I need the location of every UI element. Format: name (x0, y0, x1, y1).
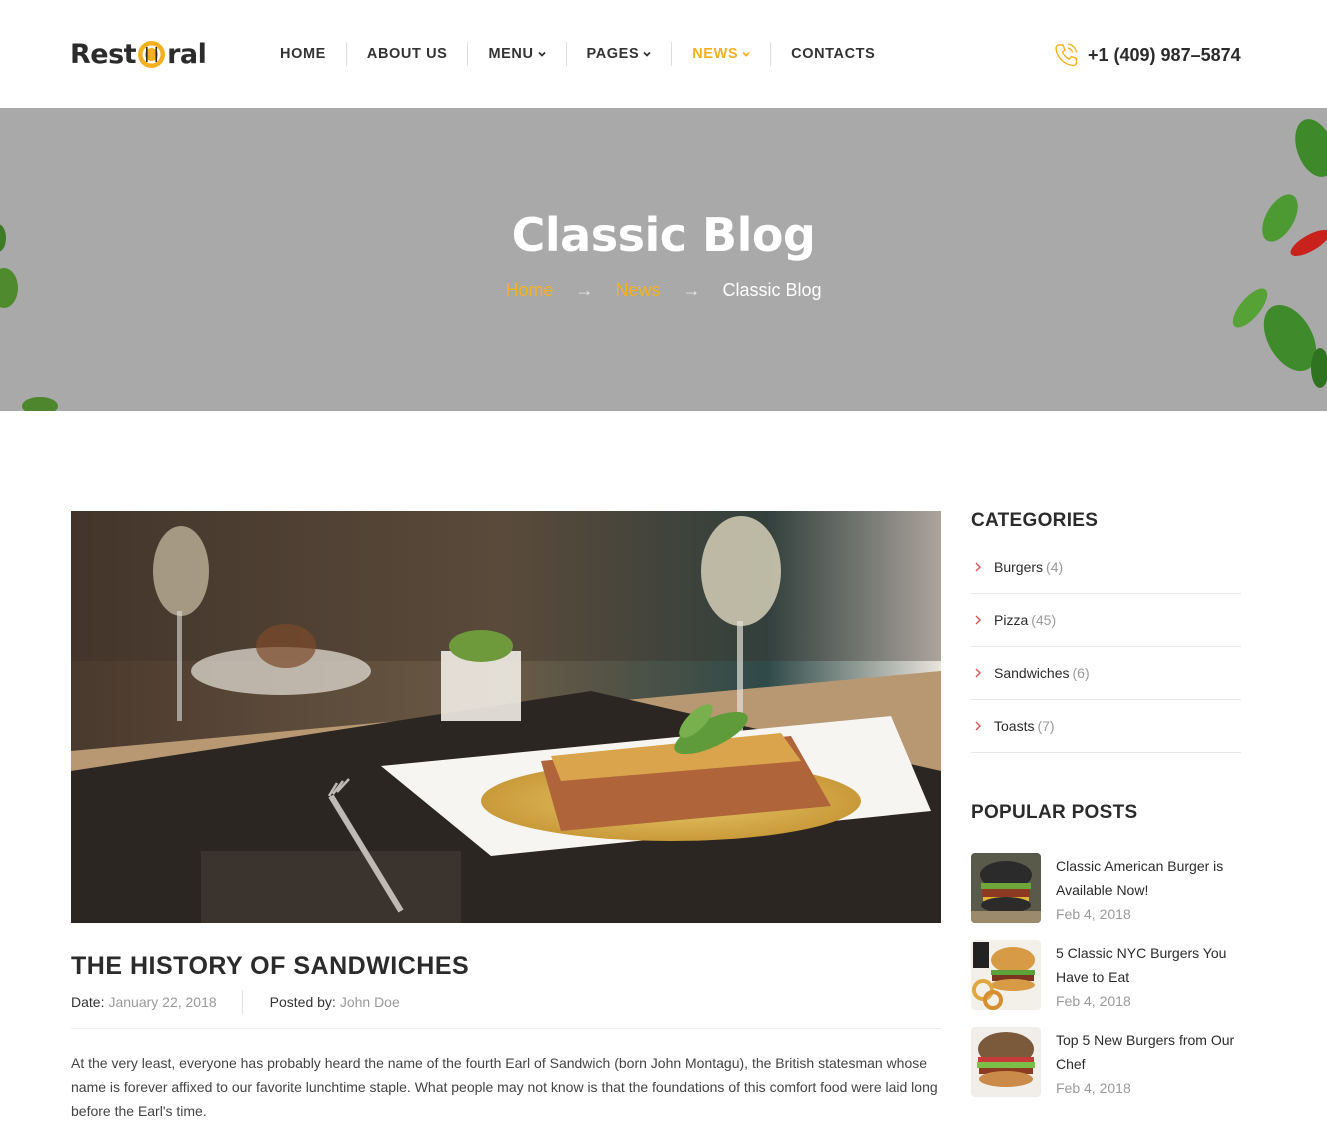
category-item-toasts[interactable]: Toasts (7) (971, 700, 1241, 753)
breadcrumb-arrow-icon: → (575, 280, 594, 300)
breadcrumb-arrow-icon: → (682, 280, 701, 300)
category-count: (45) (1031, 612, 1057, 628)
nav-label: CONTACTS (791, 46, 876, 62)
breadcrumb: Home → News → Classic Blog (0, 280, 1327, 301)
nav-item-home[interactable]: HOME (260, 42, 346, 66)
popular-post-title[interactable]: Classic American Burger is Available Now… (1056, 854, 1241, 902)
post-author[interactable]: John Doe (340, 994, 400, 1010)
popular-post-date: Feb 4, 2018 (1056, 1080, 1131, 1096)
logo-plate-icon (138, 40, 166, 68)
author-label: Posted by: (269, 994, 336, 1010)
post-featured-image[interactable] (71, 511, 941, 923)
category-count: (7) (1037, 718, 1055, 734)
post-divider (71, 1028, 941, 1029)
nav-item-menu[interactable]: MENU (467, 42, 565, 66)
breadcrumb-current: Classic Blog (722, 280, 822, 300)
popular-post-item[interactable]: Top 5 New Burgers from Our Chef Feb 4, 2… (971, 1027, 1241, 1114)
popular-post-thumbnail[interactable] (971, 1027, 1041, 1097)
categories-heading: CATEGORIES (971, 510, 1099, 531)
categories-list: Burgers (4) Pizza (45) Sandwiches (6) To… (971, 541, 1241, 753)
page-title: Classic Blog (511, 208, 816, 262)
category-count: (6) (1072, 665, 1090, 681)
popular-posts-heading: POPULAR POSTS (971, 802, 1138, 823)
nav-item-pages[interactable]: PAGES (565, 42, 672, 66)
popular-post-item[interactable]: 5 Classic NYC Burgers You Have to Eat Fe… (971, 940, 1241, 1027)
post-date: January 22, 2018 (108, 994, 217, 1010)
logo-text-left: Rest (70, 38, 137, 70)
category-name: Burgers (994, 559, 1044, 575)
popular-post-date: Feb 4, 2018 (1056, 993, 1131, 1009)
page-hero: Classic Blog Home → News → Classic Blog (0, 108, 1327, 411)
category-item-pizza[interactable]: Pizza (45) (971, 594, 1241, 647)
nav-label: MENU (488, 46, 534, 62)
phone-icon (1055, 43, 1078, 67)
popular-post-title[interactable]: Top 5 New Burgers from Our Chef (1056, 1028, 1241, 1076)
post-meta: Date: January 22, 2018 Posted by: John D… (71, 990, 400, 1014)
nav-item-about-us[interactable]: ABOUT US (345, 42, 468, 66)
post-title[interactable]: THE HISTORY OF SANDWICHES (71, 952, 469, 981)
popular-post-date: Feb 4, 2018 (1056, 906, 1131, 922)
popular-post-title[interactable]: 5 Classic NYC Burgers You Have to Eat (1056, 941, 1241, 989)
category-name: Sandwiches (994, 665, 1070, 681)
nav-label: ABOUT US (366, 46, 448, 62)
post-excerpt: At the very least, everyone has probably… (71, 1055, 938, 1119)
category-item-sandwiches[interactable]: Sandwiches (6) (971, 647, 1241, 700)
category-name: Pizza (994, 612, 1029, 628)
chevron-right-icon (975, 562, 981, 572)
popular-posts-list: Classic American Burger is Available Now… (971, 853, 1241, 1114)
date-label: Date: (71, 994, 105, 1010)
popular-post-item[interactable]: Classic American Burger is Available Now… (971, 853, 1241, 940)
category-item-burgers[interactable]: Burgers (4) (971, 541, 1241, 594)
chevron-right-icon (975, 721, 981, 731)
chevron-right-icon (975, 615, 981, 625)
main-nav: HOME ABOUT US MENU PAGES NEWS CONTACTS (260, 42, 895, 66)
nav-item-contacts[interactable]: CONTACTS (770, 42, 895, 66)
header-phone[interactable]: +1 (409) 987–5874 (1052, 40, 1241, 70)
nav-item-news[interactable]: NEWS (671, 42, 770, 66)
breadcrumb-home-link[interactable]: Home (505, 280, 553, 301)
category-count: (4) (1046, 559, 1064, 575)
nav-label: NEWS (692, 46, 739, 62)
phone-number: +1 (409) 987–5874 (1088, 44, 1241, 65)
chevron-down-icon (742, 51, 750, 57)
logo[interactable]: Rest ral (70, 36, 207, 72)
meta-divider (241, 990, 243, 1014)
breadcrumb-news-link[interactable]: News (615, 280, 660, 301)
popular-post-thumbnail[interactable] (971, 853, 1041, 923)
popular-post-thumbnail[interactable] (971, 940, 1041, 1010)
nav-label: HOME (280, 46, 326, 62)
site-header: Rest ral HOME ABOUT US MENU PAGES NEWS C… (0, 0, 1327, 108)
nav-label: PAGES (586, 46, 640, 62)
chevron-down-icon (643, 51, 651, 57)
category-name: Toasts (994, 718, 1035, 734)
chevron-down-icon (537, 51, 546, 57)
chevron-right-icon (975, 668, 981, 678)
logo-text-right: ral (167, 38, 207, 70)
